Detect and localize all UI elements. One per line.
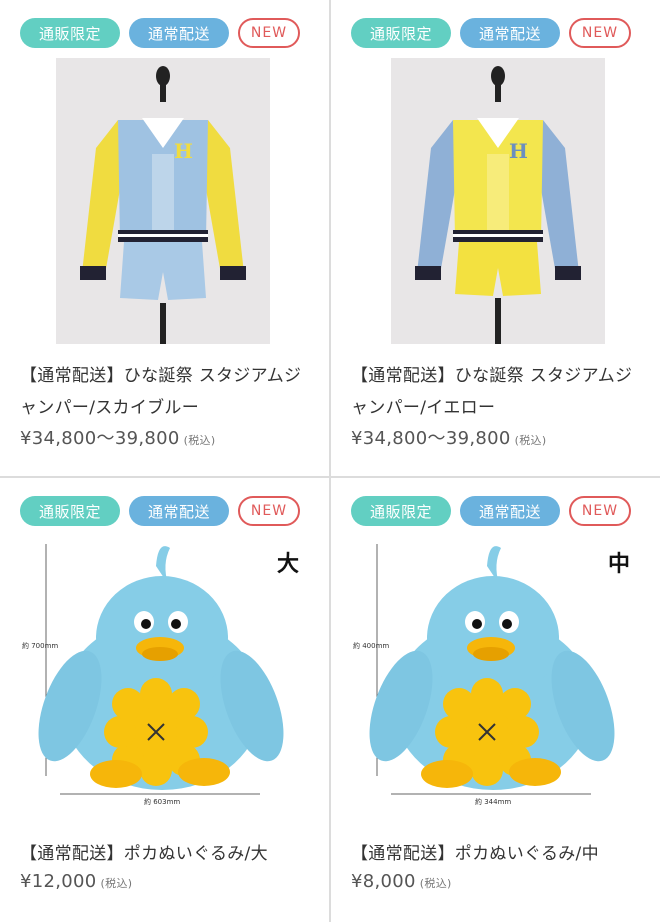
price-value: ¥12,000 [20,871,97,892]
product-card-skyblue-jacket[interactable]: 通販限定 通常配送 NEW H 【通常配送】ひな誕祭 スタジアムジャンパー/スカ… [0,0,329,476]
product-image-poka-large[interactable]: 約 700mm 約 603mm [20,536,310,806]
product-price: ¥12,000 (税込) [20,871,132,892]
tax-label: (税込) [100,877,133,890]
tax-label: (税込) [419,877,452,890]
product-price: ¥8,000 (税込) [351,871,452,892]
badge-new: NEW [569,496,631,526]
height-label: 約 700mm [22,641,58,650]
svg-text:H: H [509,139,528,163]
badge-limited: 通販限定 [351,18,451,48]
badge-row: 通販限定 通常配送 NEW [20,18,300,48]
product-title[interactable]: 【通常配送】ポカぬいぐるみ/中 [351,838,641,870]
jacket-mannequin-icon: H [56,58,270,344]
badge-limited: 通販限定 [351,496,451,526]
product-title[interactable]: 【通常配送】ひな誕祭 スタジアムジャンパー/スカイブルー [20,360,310,424]
poka-bird-plush-icon: 約 400mm 約 344mm [353,544,615,806]
product-title[interactable]: 【通常配送】ポカぬいぐるみ/大 [20,838,310,870]
width-label: 約 603mm [144,797,180,806]
product-image-poka-medium[interactable]: 約 400mm 約 344mm [351,536,641,806]
product-image-yellow-jacket[interactable]: H [391,58,605,344]
product-card-yellow-jacket[interactable]: 通販限定 通常配送 NEW H 【通常配送】ひな誕祭 スタジアムジャンパー/イエ… [331,0,660,476]
badge-standard: 通常配送 [460,496,560,526]
badge-standard: 通常配送 [460,18,560,48]
price-value: ¥34,800〜39,800 [351,428,511,449]
badge-limited: 通販限定 [20,18,120,48]
jacket-mannequin-icon: H [391,58,605,344]
row-divider [0,476,660,478]
product-title[interactable]: 【通常配送】ひな誕祭 スタジアムジャンパー/イエロー [351,360,641,424]
price-value: ¥34,800〜39,800 [20,428,180,449]
width-label: 約 344mm [475,797,511,806]
product-image-skyblue-jacket[interactable]: H [56,58,270,344]
badge-row: 通販限定 通常配送 NEW [20,496,300,526]
badge-new: NEW [569,18,631,48]
tax-label: (税込) [514,434,547,447]
product-card-poka-medium[interactable]: 通販限定 通常配送 NEW 中 約 400mm 約 344mm 【通常配送】ポカ… [331,476,660,922]
product-card-poka-large[interactable]: 通販限定 通常配送 NEW 大 約 700mm 約 603mm 【通常配送】ポカ… [0,476,329,922]
tax-label: (税込) [183,434,216,447]
badge-new: NEW [238,496,300,526]
badge-row: 通販限定 通常配送 NEW [351,18,631,48]
price-value: ¥8,000 [351,871,416,892]
badge-standard: 通常配送 [129,496,229,526]
product-price: ¥34,800〜39,800 (税込) [20,424,215,450]
product-price: ¥34,800〜39,800 (税込) [351,424,546,450]
badge-standard: 通常配送 [129,18,229,48]
badge-limited: 通販限定 [20,496,120,526]
badge-row: 通販限定 通常配送 NEW [351,496,631,526]
svg-text:H: H [174,139,193,163]
badge-new: NEW [238,18,300,48]
height-label: 約 400mm [353,641,389,650]
poka-bird-plush-icon: 約 700mm 約 603mm [22,544,284,806]
product-grid: 通販限定 通常配送 NEW H 【通常配送】ひな誕祭 スタジアムジャンパー/スカ… [0,0,660,922]
